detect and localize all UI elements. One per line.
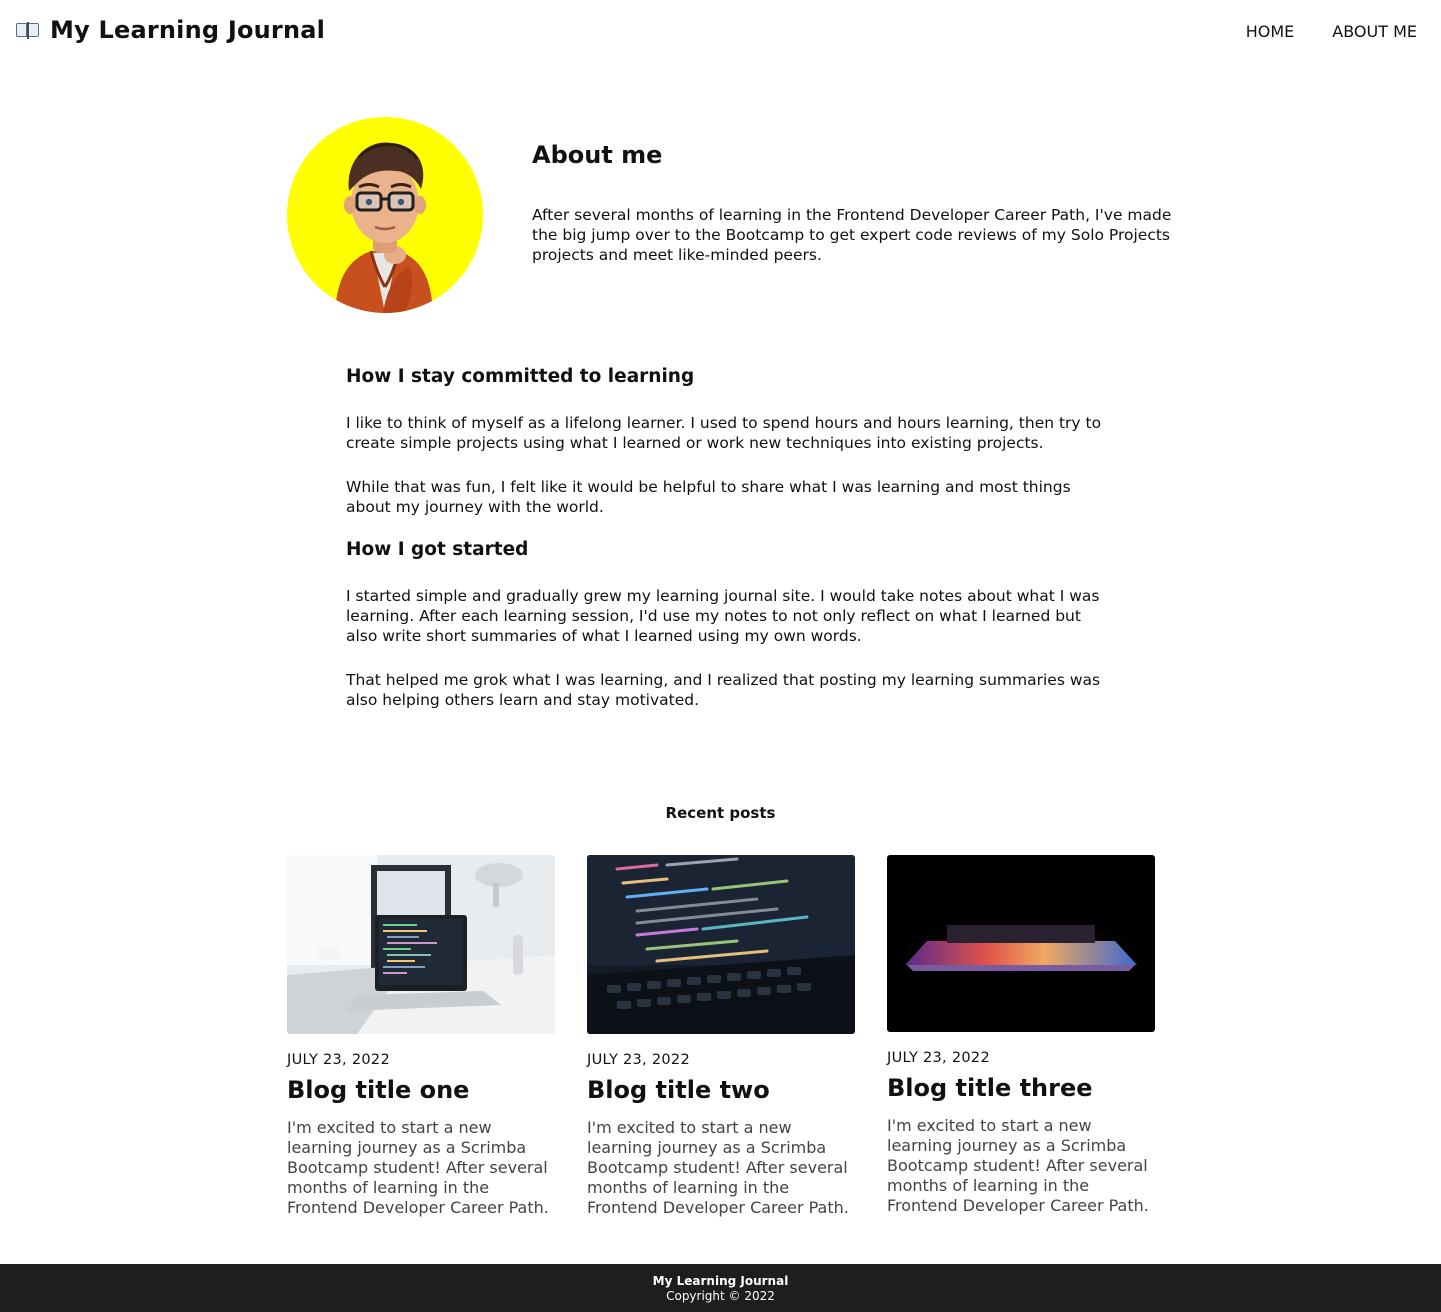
about-heading: About me <box>532 141 663 169</box>
site-header: My Learning Journal HOME ABOUT ME <box>0 0 1441 64</box>
post-title[interactable]: Blog title one <box>287 1076 555 1104</box>
site-footer: My Learning Journal Copyright © 2022 <box>0 1264 1441 1312</box>
nav-home-link[interactable]: HOME <box>1246 22 1295 41</box>
committed-heading: How I stay committed to learning <box>346 366 695 387</box>
post-card[interactable]: JULY 23, 2022 Blog title three I'm excit… <box>887 855 1155 1216</box>
nav-about-link[interactable]: ABOUT ME <box>1332 22 1417 41</box>
started-paragraph-1: I started simple and gradually grew my l… <box>346 587 1100 645</box>
about-text: About me After several months of learnin… <box>532 141 1172 265</box>
main-nav: HOME ABOUT ME <box>1208 22 1417 41</box>
avatar-illustration <box>335 142 433 313</box>
post-thumbnail[interactable] <box>287 855 555 1034</box>
post-excerpt: I'm excited to start a new learning jour… <box>287 1118 549 1217</box>
post-date: JULY 23, 2022 <box>887 1050 990 1066</box>
about-paragraph: After several months of learning in the … <box>532 206 1172 264</box>
footer-copyright: Copyright © 2022 <box>666 1289 775 1303</box>
committed-paragraph-2: While that was fun, I felt like it would… <box>346 478 1071 516</box>
post-title[interactable]: Blog title two <box>587 1076 855 1104</box>
committed-paragraph-1: I like to think of myself as a lifelong … <box>346 414 1102 452</box>
post-card[interactable]: JULY 23, 2022 Blog title one I'm excited… <box>287 855 555 1218</box>
story-section: How I stay committed to learning I like … <box>346 366 1106 734</box>
glowing-laptop-image <box>887 855 1155 1032</box>
post-card[interactable]: JULY 23, 2022 Blog title two I'm excited… <box>587 855 855 1218</box>
site-title: My Learning Journal <box>50 16 326 44</box>
footer-title: My Learning Journal <box>652 1274 789 1288</box>
brand[interactable]: My Learning Journal <box>16 16 325 44</box>
laptop-desk-image <box>287 855 555 1034</box>
avatar <box>287 117 483 313</box>
code-screen-image <box>587 855 855 1034</box>
post-date: JULY 23, 2022 <box>587 1052 690 1068</box>
open-book-icon <box>16 20 40 40</box>
started-heading: How I got started <box>346 539 529 560</box>
started-paragraph-2: That helped me grok what I was learning,… <box>346 671 1101 709</box>
post-thumbnail[interactable] <box>887 855 1155 1032</box>
post-date: JULY 23, 2022 <box>287 1052 390 1068</box>
recent-posts-heading: Recent posts <box>665 804 776 822</box>
post-excerpt: I'm excited to start a new learning jour… <box>887 1116 1149 1215</box>
post-title[interactable]: Blog title three <box>887 1074 1155 1102</box>
post-thumbnail[interactable] <box>587 855 855 1034</box>
post-excerpt: I'm excited to start a new learning jour… <box>587 1118 849 1217</box>
